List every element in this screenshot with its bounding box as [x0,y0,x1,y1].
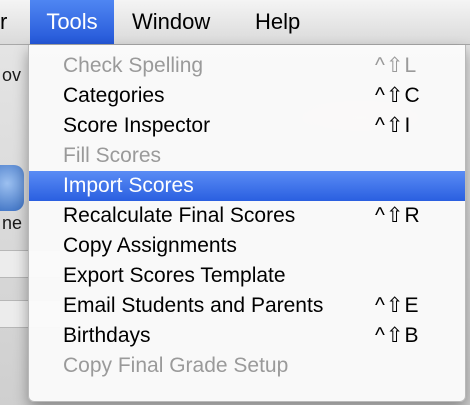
menu-item-copy-assignments[interactable]: Copy Assignments [29,231,465,261]
tools-menu-list: Check Spelling ^⇧L Categories ^⇧C Score … [29,45,465,381]
menu-window[interactable]: Window [132,0,210,44]
menu-help[interactable]: Help [255,0,300,44]
menu-item-check-spelling[interactable]: Check Spelling ^⇧L [29,51,465,81]
menu-item-shortcut: ^⇧R [375,204,421,227]
app-icon [0,165,24,211]
menu-item-fill-scores[interactable]: Fill Scores [29,141,465,171]
menu-item-label: Categories [63,84,165,107]
background-text-fragment: ne [2,213,23,233]
menu-item-label: Fill Scores [63,144,162,167]
menu-item-label: Export Scores Template [63,264,286,287]
menu-item-label: Copy Assignments [63,234,237,257]
menu-bar-edge-item[interactable]: r [0,0,22,44]
menu-item-shortcut: ^⇧E [375,294,420,317]
menu-item-label: Score Inspector [63,114,211,137]
menu-item-shortcut: ^⇧I [375,114,412,137]
menu-bar: r Tools Window Help [0,0,470,45]
menu-item-label: Birthdays [63,324,151,347]
menu-item-label: Email Students and Parents [63,294,324,317]
menu-item-recalculate-final-scores[interactable]: Recalculate Final Scores ^⇧R [29,201,465,231]
menu-item-label: Copy Final Grade Setup [63,354,289,377]
background-text-fragment: ov [2,65,22,85]
menu-item-score-inspector[interactable]: Score Inspector ^⇧I [29,111,465,141]
tools-menu-dropdown: Check Spelling ^⇧L Categories ^⇧C Score … [28,45,466,402]
menu-item-label: Recalculate Final Scores [63,204,296,227]
menu-item-export-scores-template[interactable]: Export Scores Template [29,261,465,291]
menu-item-shortcut: ^⇧B [375,324,420,347]
menu-item-label: Check Spelling [63,54,204,77]
menu-item-import-scores[interactable]: Import Scores [29,171,465,201]
menu-item-birthdays[interactable]: Birthdays ^⇧B [29,321,465,351]
menu-item-shortcut: ^⇧C [375,84,421,107]
menu-item-label: Import Scores [63,174,194,197]
menu-item-email-students-and-parents[interactable]: Email Students and Parents ^⇧E [29,291,465,321]
menu-tools[interactable]: Tools [30,0,114,44]
menu-item-copy-final-grade-setup[interactable]: Copy Final Grade Setup [29,351,465,381]
menu-item-shortcut: ^⇧L [375,54,418,77]
menu-item-categories[interactable]: Categories ^⇧C [29,81,465,111]
